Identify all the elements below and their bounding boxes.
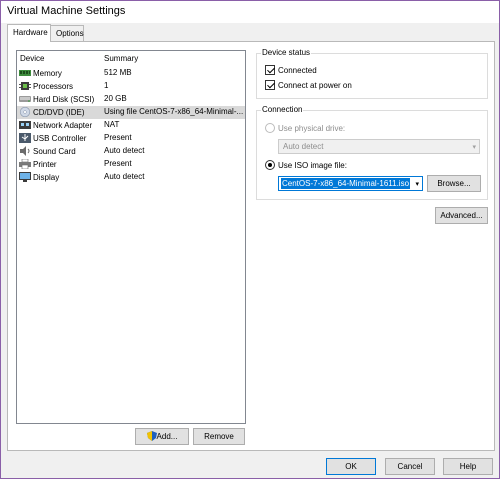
connect-at-power-on-checkbox[interactable] (265, 80, 275, 90)
chevron-down-icon: ▾ (472, 144, 476, 151)
sound-card-icon (20, 146, 30, 156)
device-row-hard-disk[interactable]: Hard Disk (SCSI) 20 GB (17, 93, 245, 106)
physical-drive-value: Auto detect (283, 142, 324, 151)
physical-drive-select[interactable]: Auto detect ▾ (278, 139, 480, 154)
device-name: Display (33, 173, 60, 182)
connected-checkbox[interactable] (265, 65, 275, 75)
device-summary: Auto detect (104, 172, 145, 181)
tab-hardware[interactable]: Hardware (7, 24, 51, 42)
device-row-processors[interactable]: Processors 1 (17, 80, 245, 93)
add-device-label: Add... (156, 432, 178, 441)
device-name: Sound Card (33, 147, 76, 156)
device-summary: Present (104, 159, 132, 168)
device-list[interactable]: Device Summary Memory 512 MB Processors … (16, 50, 246, 424)
use-physical-drive-label[interactable]: Use physical drive: (278, 124, 345, 133)
device-name: Memory (33, 69, 62, 78)
connection-group: Connection Use physical drive: Auto dete… (256, 105, 488, 200)
network-adapter-icon (19, 121, 31, 129)
device-row-printer[interactable]: Printer Present (17, 158, 245, 171)
add-device-button[interactable]: Add... (135, 428, 189, 445)
device-name: Network Adapter (33, 121, 93, 130)
device-summary: 20 GB (104, 94, 127, 103)
vm-settings-window: Virtual Machine Settings Hardware Option… (0, 0, 500, 479)
column-header-summary[interactable]: Summary (104, 54, 138, 63)
help-button[interactable]: Help (443, 458, 493, 475)
device-name: Processors (33, 82, 74, 91)
iso-image-path-value[interactable]: CentOS-7-x86_64-Minimal-1611.iso (281, 178, 411, 189)
column-header-device[interactable]: Device (20, 54, 44, 63)
device-row-display[interactable]: Display Auto detect (17, 171, 245, 184)
device-name: CD/DVD (IDE) (33, 108, 85, 117)
device-status-group: Device status Connected Connect at power… (256, 48, 488, 99)
iso-image-path-combo[interactable]: CentOS-7-x86_64-Minimal-1611.iso ▾ (278, 176, 423, 191)
ok-button[interactable]: OK (326, 458, 376, 475)
shield-icon (146, 431, 157, 441)
device-summary: Present (104, 133, 132, 142)
printer-icon (19, 159, 31, 169)
cd-dvd-icon (19, 107, 31, 117)
processor-icon (19, 82, 31, 90)
device-summary: NAT (104, 120, 120, 129)
connected-label[interactable]: Connected (278, 66, 317, 75)
use-iso-image-radio[interactable] (265, 160, 275, 170)
hard-disk-icon (19, 96, 31, 102)
device-name: Printer (33, 160, 57, 169)
hardware-panel: Device Summary Memory 512 MB Processors … (7, 41, 495, 451)
remove-device-button[interactable]: Remove (193, 428, 245, 445)
cancel-button[interactable]: Cancel (385, 458, 435, 475)
device-name: USB Controller (33, 134, 87, 143)
device-row-memory[interactable]: Memory 512 MB (17, 67, 245, 80)
device-summary: Using file CentOS-7-x86_64-Minimal-... (104, 107, 244, 116)
use-iso-image-label[interactable]: Use ISO image file: (278, 161, 347, 170)
list-header: Device Summary (17, 54, 245, 66)
device-row-usb-controller[interactable]: USB Controller Present (17, 132, 245, 145)
memory-icon (19, 70, 31, 76)
advanced-button[interactable]: Advanced... (435, 207, 488, 224)
chevron-down-icon[interactable]: ▾ (415, 180, 419, 188)
device-row-network-adapter[interactable]: Network Adapter NAT (17, 119, 245, 132)
use-physical-drive-radio[interactable] (265, 123, 275, 133)
window-title: Virtual Machine Settings (7, 5, 126, 17)
device-name: Hard Disk (SCSI) (33, 95, 95, 104)
device-row-cd-dvd[interactable]: CD/DVD (IDE) Using file CentOS-7-x86_64-… (17, 106, 245, 119)
connection-label: Connection (261, 105, 304, 114)
connect-at-power-on-label[interactable]: Connect at power on (278, 81, 352, 90)
browse-button[interactable]: Browse... (427, 175, 481, 192)
usb-icon (19, 133, 31, 143)
device-row-sound-card[interactable]: Sound Card Auto detect (17, 145, 245, 158)
device-summary: Auto detect (104, 146, 145, 155)
device-summary: 512 MB (104, 68, 132, 77)
device-summary: 1 (104, 81, 109, 90)
tab-options[interactable]: Options (50, 25, 84, 41)
device-status-label: Device status (261, 48, 312, 57)
display-icon (19, 172, 31, 182)
title-bar[interactable]: Virtual Machine Settings (1, 1, 499, 23)
